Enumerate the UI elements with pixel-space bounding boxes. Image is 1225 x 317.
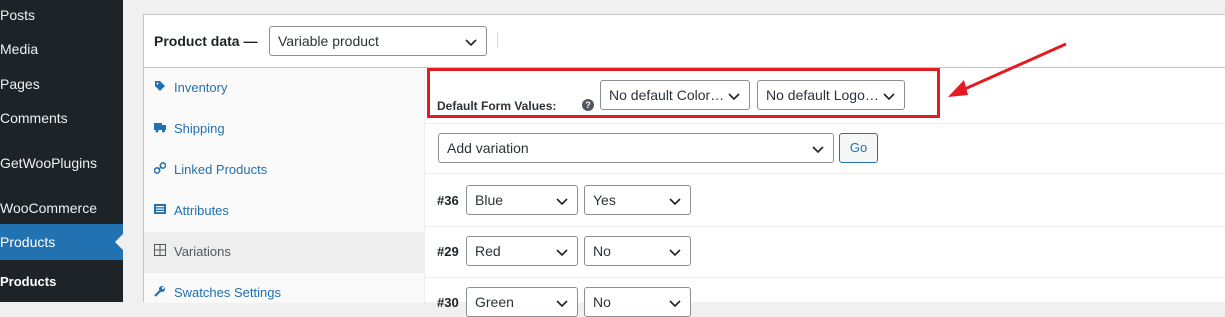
variation-color-select[interactable]: Blue: [466, 185, 578, 215]
tab-label: Linked Products: [174, 162, 268, 177]
truck-icon: [154, 123, 166, 133]
product-data-tabs: Inventory Shipping Linked Products Attri…: [144, 68, 425, 303]
tab-label: Swatches Settings: [174, 285, 281, 300]
variation-id: #30: [437, 295, 459, 310]
tab-label: Inventory: [174, 80, 228, 95]
menu-item-media[interactable]: Media: [0, 39, 38, 59]
variation-color-value: Green: [475, 294, 514, 310]
tab-label: Variations: [174, 244, 231, 259]
admin-sidebar: Posts Media Pages Comments GetWooPlugins…: [0, 0, 123, 302]
product-data-title: Product data —: [154, 33, 258, 49]
variation-logo-select[interactable]: No: [584, 287, 691, 317]
variation-logo-select[interactable]: No: [584, 236, 691, 266]
tab-swatches-settings[interactable]: Swatches Settings: [144, 273, 424, 314]
variation-id: #29: [437, 244, 459, 259]
chevron-down-icon: [812, 146, 824, 154]
header-divider: [497, 32, 498, 48]
variation-logo-select[interactable]: Yes: [584, 185, 691, 215]
tag-icon: [155, 81, 165, 91]
menu-item-posts[interactable]: Posts: [0, 5, 35, 25]
tab-label: Shipping: [174, 121, 225, 136]
add-variation-select[interactable]: Add variation: [438, 133, 834, 163]
variation-color-select[interactable]: Red: [466, 236, 578, 266]
list-icon: [154, 204, 166, 214]
grid-icon: [154, 244, 166, 256]
chevron-down-icon: [465, 39, 477, 47]
go-button[interactable]: Go: [839, 133, 878, 163]
product-type-select[interactable]: Variable product: [269, 26, 487, 56]
menu-item-getwooplugins[interactable]: GetWooPlugins: [0, 153, 97, 173]
menu-item-pages[interactable]: Pages: [0, 74, 40, 94]
add-variation-value: Add variation: [447, 140, 529, 156]
variation-color-value: Red: [475, 243, 501, 259]
variation-logo-value: Yes: [593, 192, 616, 208]
chevron-down-icon: [556, 249, 568, 257]
chevron-down-icon: [669, 300, 681, 308]
variation-color-value: Blue: [475, 192, 504, 208]
row-divider: [425, 173, 1225, 174]
tab-attributes[interactable]: Attributes: [144, 191, 424, 232]
variation-color-select[interactable]: Green: [466, 287, 578, 317]
chevron-down-icon: [556, 198, 568, 206]
tab-label: Attributes: [174, 203, 229, 218]
submenu-item-products[interactable]: Products: [0, 272, 56, 292]
chevron-down-icon: [669, 198, 681, 206]
variations-panel: Default Form Values: ? No default Color……: [425, 68, 1225, 317]
tab-shipping[interactable]: Shipping: [144, 109, 424, 150]
variation-logo-value: No: [593, 294, 611, 310]
menu-item-products[interactable]: Products: [0, 224, 123, 260]
highlight-box: [427, 68, 940, 118]
row-divider: [425, 277, 1225, 278]
tab-inventory[interactable]: Inventory: [144, 68, 424, 109]
link-icon: [154, 162, 166, 174]
menu-item-woocommerce[interactable]: WooCommerce: [0, 198, 97, 218]
wrench-icon: [154, 286, 165, 297]
menu-item-comments[interactable]: Comments: [0, 108, 68, 128]
chevron-down-icon: [669, 249, 681, 257]
tab-variations[interactable]: Variations: [144, 232, 424, 273]
variation-id: #36: [437, 193, 459, 208]
annotation-arrow-icon: [948, 42, 1067, 97]
row-divider: [425, 226, 1225, 227]
row-divider: [425, 123, 1225, 124]
tab-linked-products[interactable]: Linked Products: [144, 150, 424, 191]
variation-logo-value: No: [593, 243, 611, 259]
chevron-down-icon: [556, 300, 568, 308]
product-type-value: Variable product: [278, 33, 379, 49]
